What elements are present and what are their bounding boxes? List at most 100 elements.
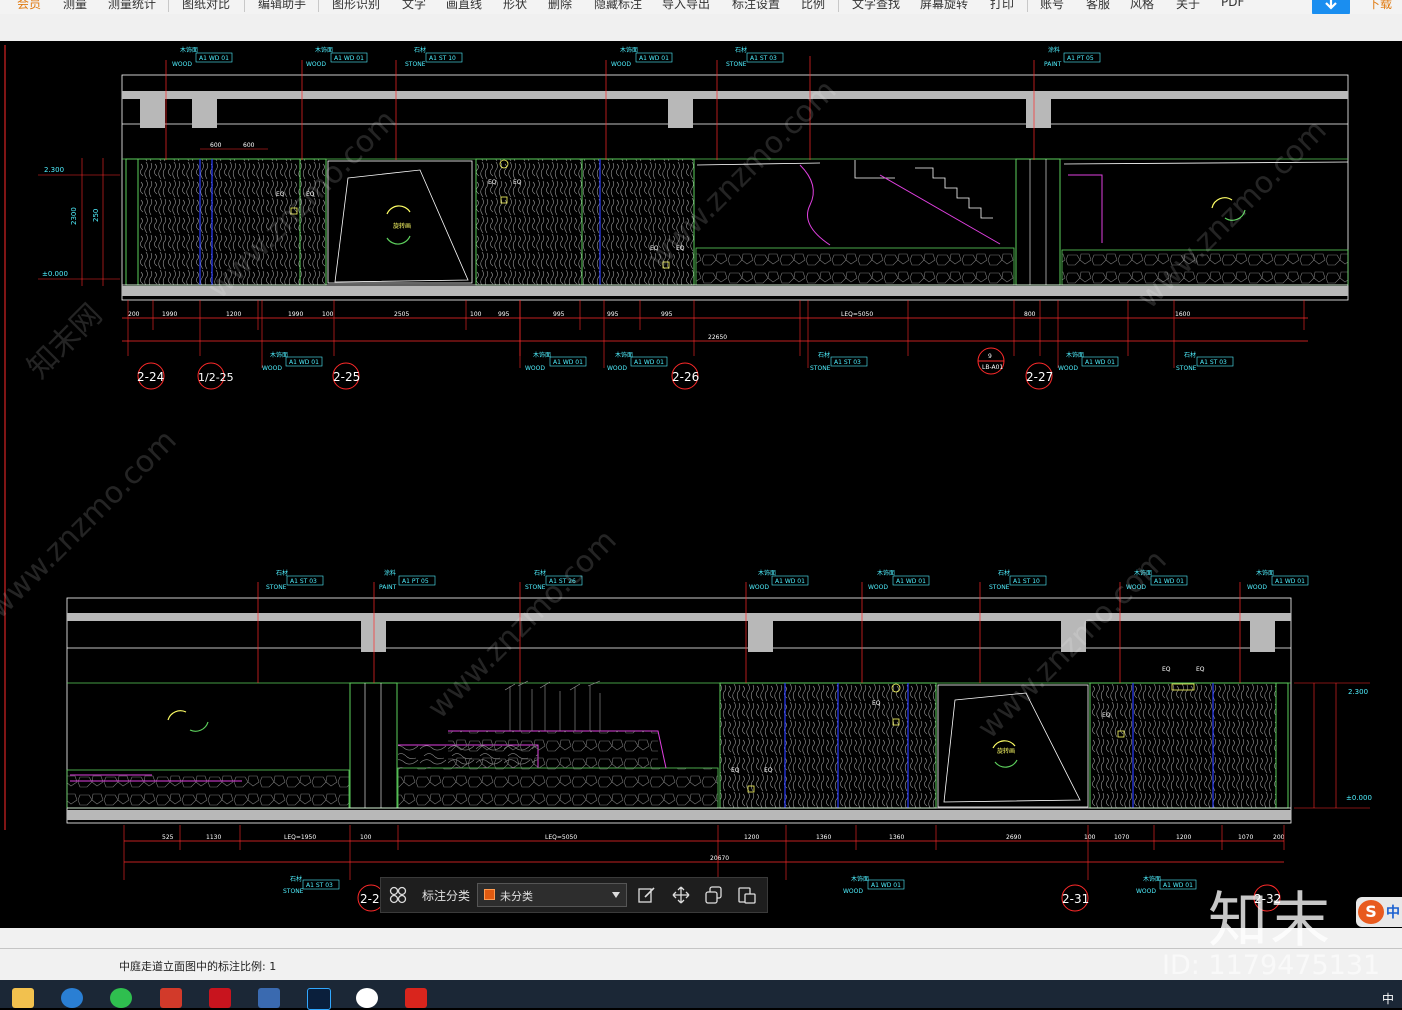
grid-icon[interactable] (389, 886, 407, 904)
menu-compare[interactable]: 图纸对比 (182, 0, 230, 12)
top-levels: 2.300 ±0.000 2300 250 (38, 158, 120, 286)
svg-text:2-25: 2-25 (333, 370, 360, 384)
svg-text:木饰面: 木饰面 (270, 351, 288, 359)
wechat-icon[interactable] (110, 988, 132, 1008)
svg-text:EQ: EQ (731, 767, 740, 774)
menu-hide-annot[interactable]: 隐藏标注 (594, 0, 642, 12)
svg-text:100: 100 (1084, 834, 1096, 841)
svg-text:STONE: STONE (266, 584, 287, 591)
ime-indicator[interactable]: S 中 (1356, 897, 1402, 927)
menu-edit-assist[interactable]: 编辑助手 (258, 0, 306, 12)
svg-text:木饰面: 木饰面 (877, 569, 895, 577)
svg-text:EQ: EQ (1196, 666, 1205, 673)
bottom-elevation: 旋转画 EQ EQ EQ EQ EQ EQ 石材STONEA1 ST 03 涂料… (66, 569, 1372, 912)
menu-rotate[interactable]: 屏幕旋转 (920, 0, 968, 12)
material-tag: 木饰面 WOOD A1 WD 01 (1057, 300, 1119, 372)
svg-text:WOOD: WOOD (1058, 365, 1078, 372)
menu-annot-settings[interactable]: 标注设置 (732, 0, 780, 12)
svg-text:A1 ST 03: A1 ST 03 (834, 359, 861, 366)
svg-text:1070: 1070 (1114, 834, 1129, 841)
brand-watermark-logo: 知末 (1208, 886, 1332, 956)
menu-text[interactable]: 文字 (402, 0, 426, 12)
svg-text:9: 9 (988, 353, 992, 360)
svg-text:A1 WD 01: A1 WD 01 (1163, 882, 1193, 889)
cad-canvas[interactable]: 旋转画 木饰面 WOOD A1 WD 01 木饰面 WOOD A1 WD 01 石材 ST… (0, 41, 1402, 928)
tray-ime[interactable]: 中 (1382, 990, 1394, 1007)
menu-pdf[interactable]: PDF (1221, 0, 1244, 9)
svg-text:PAINT: PAINT (1044, 61, 1062, 68)
svg-text:涂料: 涂料 (1048, 46, 1060, 54)
svg-text:STONE: STONE (989, 584, 1010, 591)
svg-text:WOOD: WOOD (1136, 888, 1156, 895)
svg-text:A1 WD 01: A1 WD 01 (871, 882, 901, 889)
menu-measure[interactable]: 测量 (63, 0, 87, 12)
category-select[interactable]: 未分类 (477, 883, 627, 907)
download-button[interactable] (1312, 0, 1350, 14)
svg-text:EQ: EQ (276, 191, 285, 198)
baidu-netdisk-icon[interactable] (356, 988, 378, 1008)
ime-lang: 中 (1386, 905, 1400, 921)
svg-text:EQ: EQ (872, 700, 881, 707)
cad-viewer-icon[interactable] (258, 988, 280, 1008)
svg-text:LEQ=5050: LEQ=5050 (545, 834, 577, 841)
menu-service[interactable]: 客服 (1086, 0, 1110, 12)
svg-text:1200: 1200 (226, 311, 241, 318)
chevron-down-icon (612, 892, 620, 898)
menu-scale[interactable]: 比例 (801, 0, 825, 12)
svg-text:1130: 1130 (206, 834, 221, 841)
svg-text:A1 ST 03: A1 ST 03 (750, 55, 777, 62)
svg-text:995: 995 (607, 311, 619, 318)
menu-shape[interactable]: 形状 (503, 0, 527, 12)
sketchup-icon[interactable] (160, 988, 182, 1008)
svg-text:A1 WD 01: A1 WD 01 (639, 55, 669, 62)
svg-text:A1 WD 01: A1 WD 01 (896, 578, 926, 585)
rotate-painting-label: 旋转画 (393, 222, 411, 230)
menu-recognize[interactable]: 图形识别 (332, 0, 380, 12)
top-sub-dims: 600 600 (200, 142, 268, 150)
svg-text:石材: 石材 (414, 46, 426, 54)
menu-measure-stats[interactable]: 测量统计 (108, 0, 156, 12)
svg-text:WOOD: WOOD (1247, 584, 1267, 591)
download-label[interactable]: 下载标 (1368, 0, 1402, 14)
svg-text:EQ: EQ (764, 767, 773, 774)
svg-text:石材: 石材 (818, 351, 830, 359)
watermark-id: ID: 1179475131 (1162, 950, 1381, 981)
menu-style[interactable]: 风格 (1130, 0, 1154, 12)
paste-icon[interactable] (738, 886, 756, 904)
svg-text:1070: 1070 (1238, 834, 1253, 841)
svg-text:600: 600 (210, 142, 222, 149)
folder-icon[interactable] (12, 988, 34, 1008)
svg-text:STONE: STONE (726, 61, 747, 68)
svg-text:WOOD: WOOD (868, 584, 888, 591)
svg-text:木饰面: 木饰面 (615, 351, 633, 359)
download-icon (1325, 0, 1337, 10)
svg-text:A1 ST 03: A1 ST 03 (1200, 359, 1227, 366)
svg-text:2-27: 2-27 (1026, 370, 1053, 384)
menu-bar: 会员 测量 测量统计 图纸对比 编辑助手 图形识别 文字 画直线 形状 删除 隐… (0, 0, 1402, 14)
svg-text:995: 995 (553, 311, 565, 318)
menu-line[interactable]: 画直线 (446, 0, 482, 12)
menu-account[interactable]: 账号 (1040, 0, 1064, 12)
category-select-value: 未分类 (500, 890, 533, 903)
menu-import-export[interactable]: 导入导出 (662, 0, 710, 12)
move-icon[interactable] (672, 886, 690, 904)
photoshop-icon[interactable] (307, 988, 331, 1010)
svg-text:石材: 石材 (1184, 351, 1196, 359)
svg-text:800: 800 (1024, 311, 1036, 318)
wps-icon[interactable] (405, 988, 427, 1008)
svg-text:2-31: 2-31 (1062, 892, 1089, 906)
autocad-icon[interactable] (209, 988, 231, 1008)
svg-text:WOOD: WOOD (611, 61, 631, 68)
menu-print[interactable]: 打印 (990, 0, 1014, 12)
svg-text:木饰面: 木饰面 (851, 875, 869, 883)
copy-icon[interactable] (705, 886, 723, 904)
ie-icon[interactable] (61, 988, 83, 1008)
menu-member[interactable]: 会员 (17, 0, 41, 12)
svg-text:EQ: EQ (1162, 666, 1171, 673)
svg-text:木饰面: 木饰面 (1256, 569, 1274, 577)
menu-delete[interactable]: 删除 (548, 0, 572, 12)
menu-about[interactable]: 关于 (1176, 0, 1200, 12)
menu-text-search[interactable]: 文字查找 (852, 0, 900, 12)
edit-icon[interactable] (638, 886, 656, 904)
svg-text:1360: 1360 (889, 834, 904, 841)
